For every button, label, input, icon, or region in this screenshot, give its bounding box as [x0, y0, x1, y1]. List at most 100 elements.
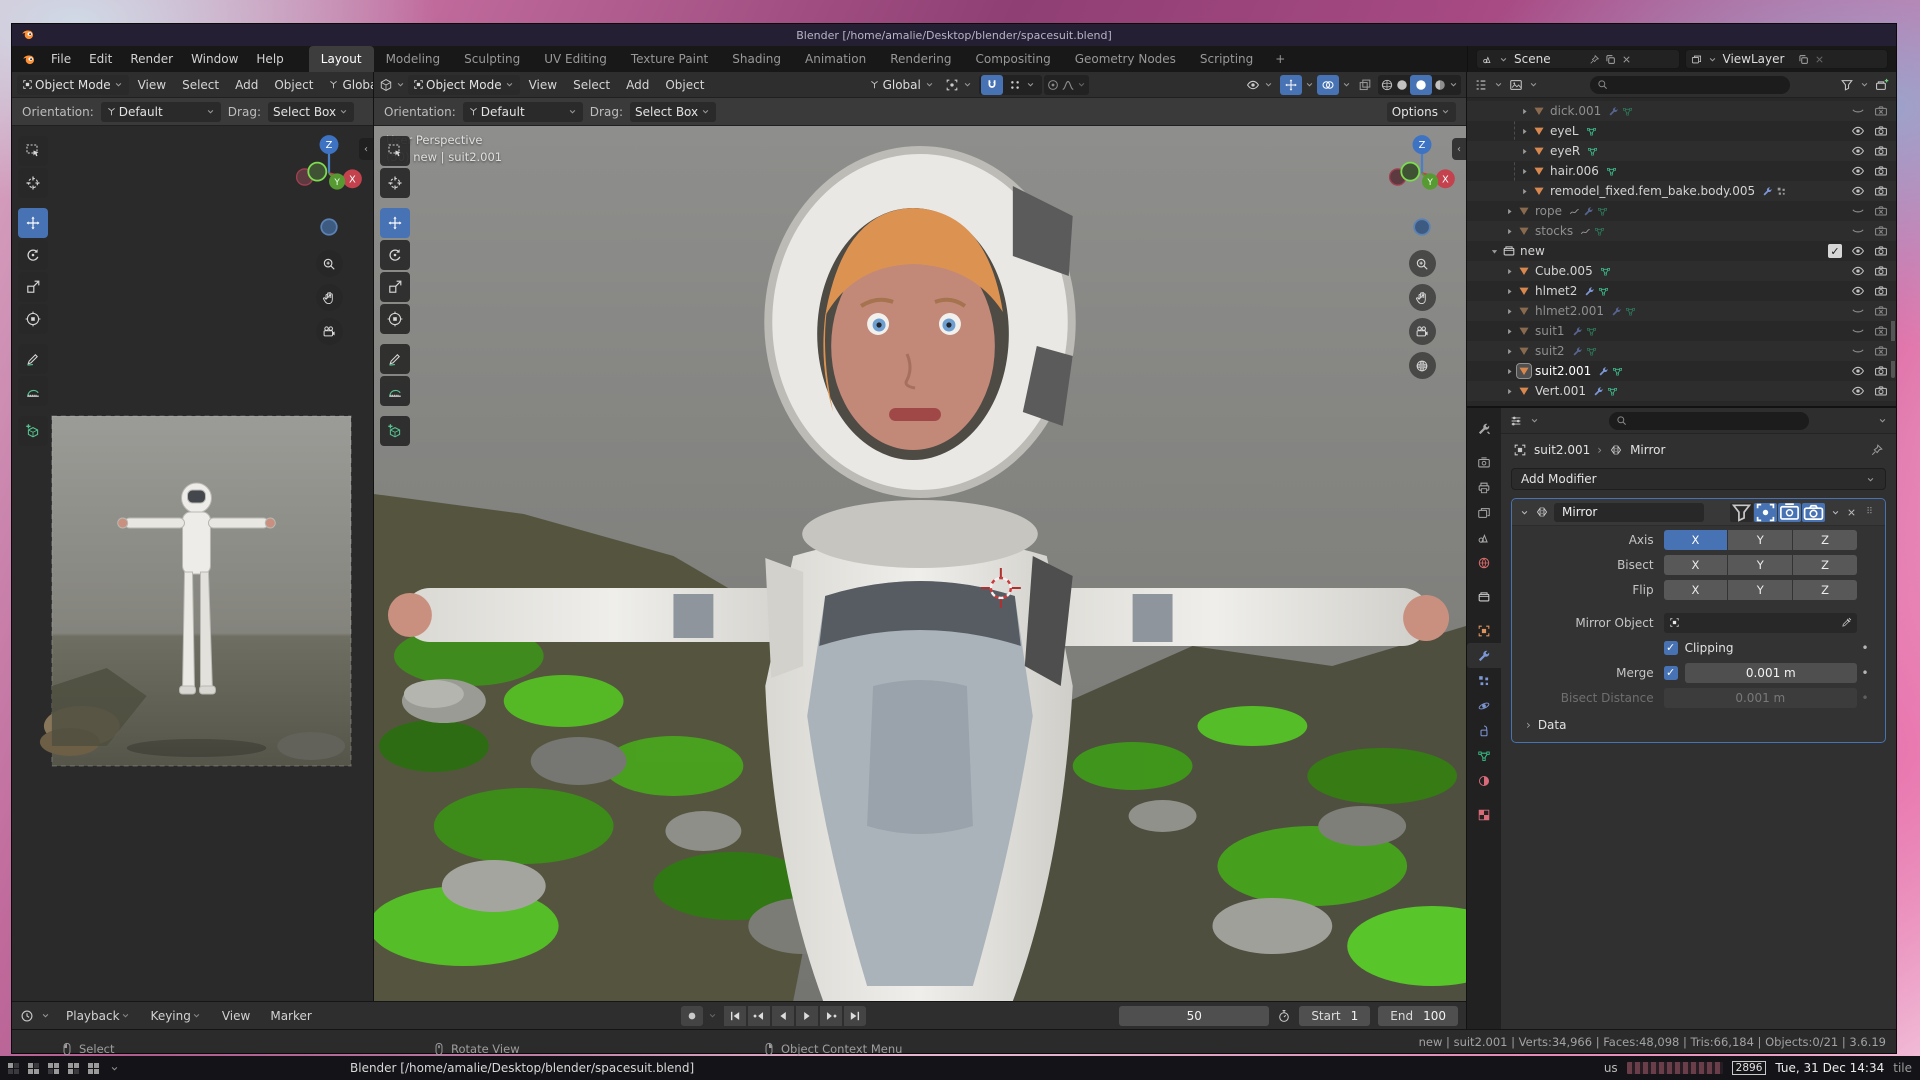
workspace-group-icon[interactable] — [88, 1063, 99, 1074]
disabled-in-render-icon[interactable] — [1874, 304, 1888, 318]
taskbar-window-button[interactable]: Blender [/home/amalie/Desktop/blender/sp… — [350, 1061, 694, 1075]
wireframe-shading-icon[interactable] — [1380, 78, 1394, 92]
data-section-header[interactable]: › Data — [1512, 709, 1885, 734]
disable-in-render-icon[interactable] — [1874, 164, 1888, 178]
disabled-in-render-icon[interactable] — [1874, 204, 1888, 218]
tool-annotate[interactable] — [380, 344, 410, 374]
close-icon[interactable] — [1621, 54, 1632, 65]
properties-tab-data[interactable] — [1467, 743, 1501, 768]
disable-in-render-icon[interactable] — [1874, 384, 1888, 398]
object-visibility-selector[interactable] — [1242, 75, 1278, 95]
expand-arrow-icon[interactable] — [1501, 226, 1517, 237]
hide-in-viewport-icon[interactable] — [1851, 164, 1865, 178]
outliner-row[interactable]: hair.006 — [1467, 161, 1896, 181]
zoom-button[interactable] — [316, 250, 343, 277]
breadcrumb-object[interactable]: suit2.001 — [1534, 443, 1590, 457]
tab-texture-paint[interactable]: Texture Paint — [619, 46, 720, 72]
properties-tab-constraints[interactable] — [1467, 718, 1501, 743]
axis-y-button[interactable]: Y — [1728, 530, 1792, 550]
chevron-down-icon[interactable] — [109, 1063, 120, 1074]
animate-dot-icon[interactable]: • — [1857, 641, 1873, 655]
edit-mode-toggle[interactable] — [1730, 503, 1753, 522]
viewport-menu-add[interactable]: Add — [228, 78, 265, 92]
hidden-in-viewport-icon[interactable] — [1851, 204, 1865, 218]
tool-scale[interactable] — [380, 272, 410, 302]
viewlayer-selector[interactable]: ViewLayer — [1685, 49, 1889, 69]
flip-x-button[interactable]: X — [1664, 580, 1728, 600]
stopwatch-icon[interactable] — [1277, 1009, 1291, 1023]
bisect-z-button[interactable]: Z — [1793, 555, 1857, 575]
next-keyframe-button[interactable] — [820, 1006, 842, 1026]
workspace-group-icon[interactable] — [48, 1063, 59, 1074]
expand-arrow-icon[interactable] — [1501, 366, 1517, 377]
properties-tab-particles[interactable] — [1467, 668, 1501, 693]
expand-arrow-icon[interactable] — [1516, 146, 1532, 157]
outliner-row[interactable]: eyeR — [1467, 141, 1896, 161]
menu-render[interactable]: Render — [121, 46, 182, 72]
pivot-point-selector[interactable] — [941, 75, 977, 95]
chevron-down-icon[interactable] — [1877, 415, 1888, 426]
tab-sculpting[interactable]: Sculpting — [452, 46, 532, 72]
hidden-in-viewport-icon[interactable] — [1851, 344, 1865, 358]
viewport-menu-add[interactable]: Add — [619, 78, 656, 92]
expand-arrow-icon[interactable] — [1516, 166, 1532, 177]
disable-in-render-icon[interactable] — [1874, 184, 1888, 198]
perspective-toggle-button[interactable] — [1409, 352, 1436, 379]
bisect-y-button[interactable]: Y — [1728, 555, 1792, 575]
transform-orientation-selector[interactable]: Global — [865, 75, 939, 95]
drag-dropdown[interactable]: Select Box — [630, 102, 716, 122]
negative-z-gizmo-ball[interactable] — [1409, 214, 1435, 243]
frame-end-field[interactable]: End 100 — [1378, 1006, 1458, 1026]
outliner-row[interactable]: dick.001 — [1467, 101, 1896, 121]
outliner-row[interactable]: remodel_fixed.fem_bake.body.005 — [1467, 181, 1896, 201]
disable-in-render-icon[interactable] — [1874, 244, 1888, 258]
previous-keyframe-button[interactable] — [748, 1006, 770, 1026]
hide-in-viewport-icon[interactable] — [1851, 124, 1865, 138]
properties-tab-object[interactable] — [1467, 618, 1501, 643]
viewport-menu-view[interactable]: View — [522, 78, 564, 92]
tool-cursor[interactable] — [18, 168, 48, 198]
disabled-in-render-icon[interactable] — [1874, 104, 1888, 118]
tool-transform[interactable] — [380, 304, 410, 334]
properties-tab-material[interactable] — [1467, 768, 1501, 793]
pin-icon[interactable] — [1870, 443, 1884, 457]
menu-file[interactable]: File — [42, 46, 80, 72]
orientation-dropdown[interactable]: Default — [463, 102, 583, 122]
hidden-in-viewport-icon[interactable] — [1851, 224, 1865, 238]
camera-view-button[interactable] — [316, 318, 343, 345]
keyboard-layout-indicator[interactable]: us — [1604, 1061, 1618, 1075]
transform-orientation-selector[interactable]: Global — [324, 75, 373, 95]
tool-measure[interactable] — [18, 376, 48, 406]
properties-tab-scene[interactable] — [1467, 525, 1501, 550]
orientation-dropdown[interactable]: Default — [101, 102, 221, 122]
drag-dropdown[interactable]: Select Box — [268, 102, 354, 122]
menu-edit[interactable]: Edit — [80, 46, 121, 72]
expand-arrow-icon[interactable] — [1501, 286, 1517, 297]
workspace-group-icon[interactable] — [68, 1063, 79, 1074]
hidden-in-viewport-icon[interactable] — [1851, 324, 1865, 338]
play-reverse-button[interactable] — [772, 1006, 794, 1026]
axis-gizmo[interactable]: ZXY — [293, 132, 365, 207]
xray-toggle[interactable] — [1354, 75, 1376, 95]
flip-y-button[interactable]: Y — [1728, 580, 1792, 600]
clipping-checkbox[interactable]: ✓ — [1664, 641, 1678, 655]
zoom-button[interactable] — [1409, 250, 1436, 277]
hide-in-viewport-icon[interactable] — [1851, 264, 1865, 278]
expand-arrow-icon[interactable] — [1501, 326, 1517, 337]
outliner-row[interactable]: hlmet2 — [1467, 281, 1896, 301]
new-viewlayer-icon[interactable] — [1798, 54, 1809, 65]
timeline-menu-playback[interactable]: Playback — [57, 1009, 140, 1023]
show-gizmo-toggle[interactable] — [1280, 75, 1302, 95]
snap-magnet-icon[interactable] — [981, 75, 1003, 95]
properties-tab-texture[interactable] — [1467, 802, 1501, 827]
tab-scripting[interactable]: Scripting — [1188, 46, 1265, 72]
tab-animation[interactable]: Animation — [793, 46, 878, 72]
add-workspace-button[interactable]: + — [1265, 46, 1295, 72]
jump-to-start-button[interactable] — [724, 1006, 746, 1026]
menu-window[interactable]: Window — [182, 46, 247, 72]
outliner-row[interactable]: suit2.001 — [1467, 361, 1896, 381]
merge-threshold-field[interactable]: 0.001 m — [1685, 663, 1857, 683]
realtime-display-toggle[interactable] — [1778, 503, 1801, 522]
viewport-menu-object[interactable]: Object — [658, 78, 711, 92]
hidden-in-viewport-icon[interactable] — [1851, 304, 1865, 318]
